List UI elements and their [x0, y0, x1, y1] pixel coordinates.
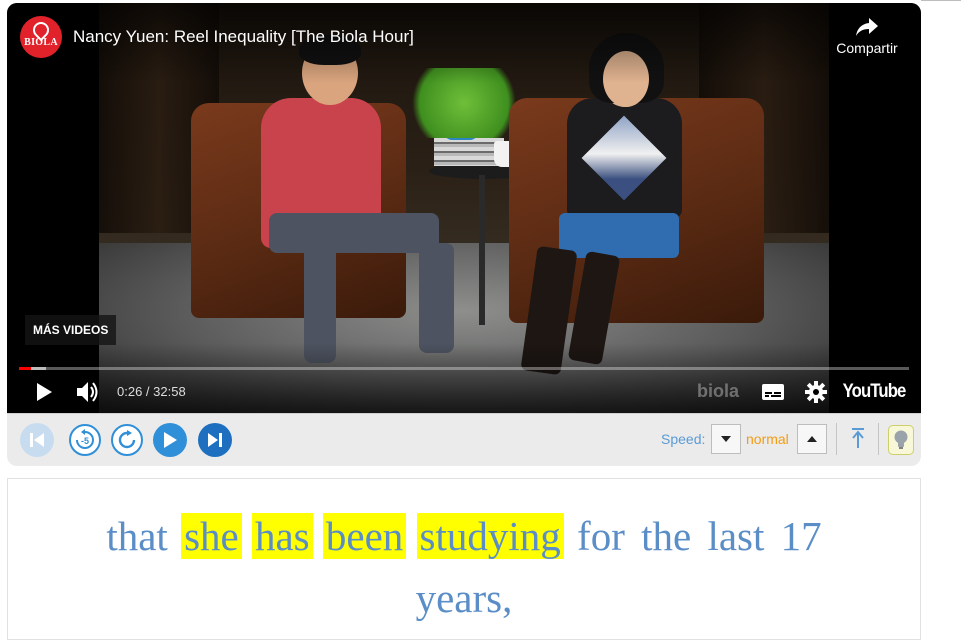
svg-text:-5: -5 [81, 436, 89, 446]
subtitles-button[interactable] [759, 375, 787, 409]
triangle-up-icon [807, 436, 817, 442]
volume-button[interactable] [73, 375, 103, 409]
arrow-up-icon [852, 428, 864, 448]
replay-5-icon: -5 [76, 429, 94, 449]
share-label: Compartir [836, 40, 898, 56]
skip-next-icon [208, 433, 222, 447]
scroll-top-button[interactable] [847, 423, 869, 453]
top-rule [921, 0, 961, 1]
repeat-icon [118, 430, 136, 449]
share-icon [856, 18, 878, 36]
man-pants [269, 213, 439, 253]
settings-icon [805, 381, 827, 403]
speed-label: Speed: [661, 431, 706, 447]
transcript-word[interactable]: has [251, 513, 313, 559]
replay-5-button[interactable]: -5 [69, 424, 101, 456]
settings-button[interactable] [803, 375, 829, 409]
woman-skirt [559, 213, 679, 258]
playback-toolbar: -5 Speed: normal [7, 413, 921, 466]
play-button[interactable] [29, 375, 59, 409]
play-icon [37, 383, 52, 401]
speed-decrease-button[interactable] [711, 424, 741, 454]
triangle-down-icon [721, 436, 731, 442]
time-display: 0:26 / 32:58 [117, 384, 186, 399]
side-table-leg [479, 175, 485, 325]
youtube-logo[interactable]: YouTube [842, 381, 906, 403]
repeat-button[interactable] [111, 424, 143, 456]
transcript-word[interactable]: for [574, 513, 628, 559]
transcript-word[interactable]: been [322, 513, 407, 559]
more-videos-button[interactable]: MÁS VIDEOS [25, 315, 117, 345]
play-icon [164, 432, 177, 448]
next-segment-button[interactable] [198, 423, 232, 457]
play-pause-button[interactable] [153, 423, 187, 457]
go-to-start-button[interactable] [20, 423, 54, 457]
video-player[interactable]: BIOLA Nancy Yuen: Reel Inequality [The B… [7, 3, 921, 413]
speed-value: normal [746, 431, 789, 447]
speed-increase-button[interactable] [797, 424, 827, 454]
caption-text: that she has been studying for the last … [48, 505, 880, 629]
transcript-panel: that she has been studying for the last … [7, 478, 921, 640]
transcript-word[interactable]: last [704, 513, 767, 559]
share-button[interactable]: Compartir [827, 17, 907, 58]
transcript-word[interactable]: 17 [778, 513, 825, 559]
subtitles-icon [762, 384, 784, 400]
progress-played [19, 367, 31, 370]
first-icon [30, 433, 44, 447]
video-title[interactable]: Nancy Yuen: Reel Inequality [The Biola H… [73, 27, 414, 47]
transcript-word[interactable]: years, [413, 575, 516, 621]
player-controls: 0:26 / 32:58 biola YouTube [7, 375, 921, 409]
channel-logo[interactable]: BIOLA [20, 16, 62, 58]
progress-bar[interactable] [19, 367, 909, 370]
lightbulb-icon [894, 430, 908, 449]
transcript-word[interactable]: the [638, 513, 694, 559]
biola-watermark: biola [697, 381, 740, 401]
hint-button[interactable] [888, 425, 914, 455]
toolbar-divider [878, 423, 879, 455]
transcript-word[interactable]: that [103, 513, 170, 559]
volume-icon [77, 382, 98, 402]
transcript-word[interactable]: studying [416, 513, 564, 559]
toolbar-divider [836, 423, 837, 455]
man-leg-right [419, 243, 454, 353]
transcript-word[interactable]: she [181, 513, 242, 559]
